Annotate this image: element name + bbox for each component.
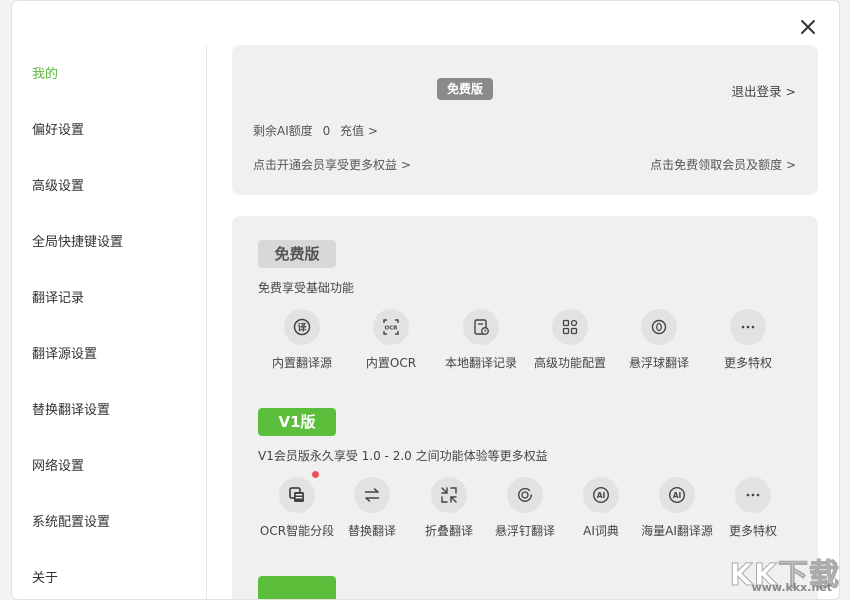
ai-icon: AI [583, 477, 619, 513]
feature-label: 内置OCR [365, 356, 417, 370]
history-icon [463, 309, 499, 345]
feature-advanced-config[interactable]: 高级功能配置 [525, 309, 615, 371]
close-icon [801, 20, 815, 34]
feature-label: 高级功能配置 [533, 356, 606, 370]
more-icon [735, 477, 771, 513]
notification-dot [312, 471, 319, 478]
sidebar-item-system[interactable]: 系统配置设置 [32, 513, 110, 533]
quota-label: 剩余AI额度 [253, 124, 313, 138]
member-upgrade-link[interactable]: 点击开通会员享受更多权益 > [253, 156, 411, 173]
sidebar-item-mine[interactable]: 我的 [32, 65, 58, 85]
svg-text:OCR: OCR [385, 326, 399, 332]
ocr-icon: OCR [373, 309, 409, 345]
sidebar-item-replace[interactable]: 替换翻译设置 [32, 401, 110, 421]
watermark-logo: KK下载 www.kkx.net [726, 546, 844, 598]
sidebar-item-network[interactable]: 网络设置 [32, 457, 84, 477]
main-panel: 免费版 退出登录 > 剩余AI额度 0 充值 > 点击开通会员享受更多权益 > … [232, 45, 818, 599]
sidebar-item-sources[interactable]: 翻译源设置 [32, 345, 97, 365]
feature-local-history[interactable]: 本地翻译记录 [436, 309, 526, 371]
sidebar-item-shortcuts[interactable]: 全局快捷键设置 [32, 233, 123, 253]
free-membership-link[interactable]: 点击免费领取会员及额度 > [650, 156, 796, 173]
ai-source-icon: AI [659, 477, 695, 513]
close-button[interactable] [797, 16, 819, 38]
quota-value: 0 [322, 124, 331, 138]
feature-label: 更多特权 [723, 356, 772, 370]
swap-icon [354, 477, 390, 513]
sidebar-item-history[interactable]: 翻译记录 [32, 289, 84, 309]
account-card: 免费版 退出登录 > 剩余AI额度 0 充值 > 点击开通会员享受更多权益 > … [232, 45, 818, 195]
feature-label: 悬浮球翻译 [628, 356, 689, 370]
pin-icon [507, 477, 543, 513]
plan-badge: 免费版 [437, 78, 493, 100]
feature-more-free[interactable]: 更多特权 [703, 309, 793, 371]
svg-text:AI: AI [597, 491, 606, 500]
next-plan-badge [258, 576, 336, 599]
free-plan-desc: 免费享受基础功能 [258, 281, 355, 295]
feature-label: 更多特权 [728, 524, 777, 538]
logout-link[interactable]: 退出登录 > [732, 81, 796, 100]
sidebar-item-advanced[interactable]: 高级设置 [32, 177, 84, 197]
sidebar-item-preferences[interactable]: 偏好设置 [32, 121, 84, 141]
v1-plan-desc: V1会员版永久享受 1.0 - 2.0 之间功能体验等更多权益 [258, 449, 548, 463]
translate-icon: 译 [284, 309, 320, 345]
settings-window: 我的 偏好设置 高级设置 全局快捷键设置 翻译记录 翻译源设置 替换翻译设置 网… [11, 0, 840, 600]
plans-card: 免费版 免费享受基础功能 译 内置翻译源 OCR 内置OCR 本地翻译记录 高级… [232, 216, 818, 599]
quota-row: 剩余AI额度 0 充值 > [253, 122, 384, 139]
feature-label: 内置翻译源 [271, 356, 332, 370]
watermark-url: www.kkx.net [751, 581, 832, 594]
grid-icon [552, 309, 588, 345]
sidebar-item-about[interactable]: 关于 [32, 569, 58, 589]
feature-float-ball[interactable]: 悬浮球翻译 [614, 309, 704, 371]
svg-text:译: 译 [297, 322, 307, 334]
feature-builtin-source[interactable]: 译 内置翻译源 [257, 309, 347, 371]
ocr-segment-icon [279, 471, 319, 513]
settings-sidebar: 我的 偏好设置 高级设置 全局快捷键设置 翻译记录 翻译源设置 替换翻译设置 网… [12, 45, 207, 599]
recharge-link[interactable]: 充值 > [340, 124, 378, 138]
feature-label: 本地翻译记录 [444, 356, 517, 370]
free-plan-badge: 免费版 [258, 240, 336, 268]
v1-plan-badge: V1版 [258, 408, 336, 436]
more-icon [730, 309, 766, 345]
feature-builtin-ocr[interactable]: OCR 内置OCR [346, 309, 436, 371]
feature-more-v1[interactable]: 更多特权 [708, 477, 798, 539]
svg-text:AI: AI [673, 491, 682, 500]
collapse-icon [431, 477, 467, 513]
float-ball-icon [641, 309, 677, 345]
